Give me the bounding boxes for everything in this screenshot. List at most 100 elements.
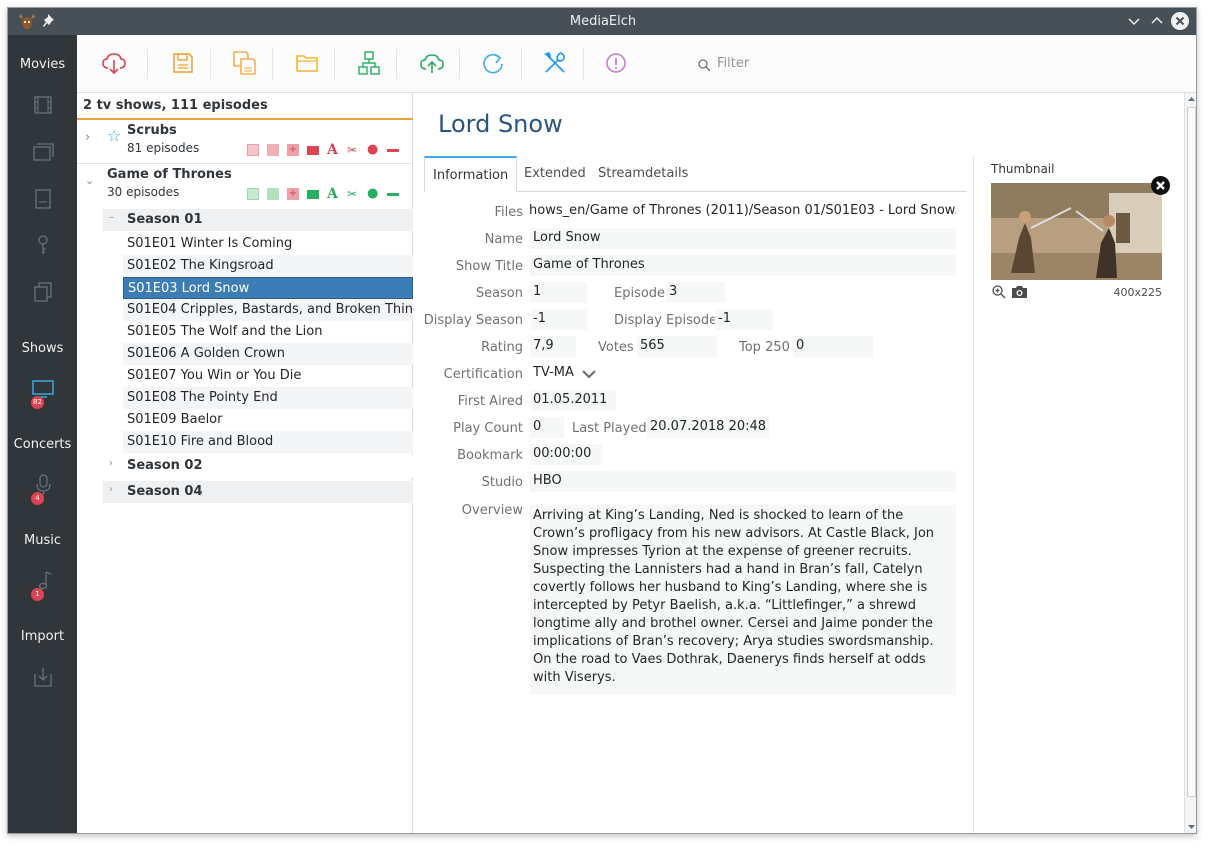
close-icon [1156,181,1165,190]
season-row[interactable]: › Season 04 [103,481,413,503]
main-window: MediaElch Movies Shows 82 Concerts 4 Mus… [7,7,1197,834]
episode-row[interactable]: S01E09 Baelor [123,409,413,431]
close-icon [1175,16,1185,26]
reload-icon[interactable] [480,50,506,76]
rating-field[interactable]: 7,9 [530,336,576,357]
about-icon[interactable] [603,50,629,76]
camera-icon[interactable] [1011,284,1028,300]
season-label: Season 01 [127,212,203,227]
episode-label: S01E09 Baelor [127,412,223,427]
episode-row[interactable]: S01E07 You Win or You Die [123,365,413,387]
episode-label: S01E10 Fire and Blood [127,434,274,449]
tab-extended[interactable]: Extended [516,156,594,192]
episode-label: S01E06 A Golden Crown [127,346,285,361]
save-all-icon[interactable] [232,50,258,76]
scroll-down-icon[interactable] [1187,823,1196,831]
remove-thumbnail-button[interactable] [1151,176,1170,195]
votes-field[interactable]: 565 [637,336,717,357]
episode-row[interactable]: S01E06 A Golden Crown [123,343,413,365]
zoom-in-icon[interactable] [991,284,1007,300]
display-season-field[interactable]: -1 [530,309,587,330]
sidebar-section-shows[interactable]: Shows [8,341,77,356]
tab-information[interactable]: Information [424,156,518,192]
files-value: hows_en/Game of Thrones (2011)/Season 01… [526,201,956,222]
show-name: Scrubs [127,123,177,138]
play-count-field[interactable]: 0 [530,417,564,438]
collapse-arrow-icon[interactable]: ⌄ [85,174,94,187]
actor-flag-icon: ● [367,186,379,201]
download-icon[interactable] [101,50,127,76]
tab-streamdetails[interactable]: Streamdetails [590,156,696,192]
sidebar-section-concerts[interactable]: Concerts [8,437,77,452]
expand-arrow-icon[interactable]: › [85,130,90,145]
save-icon[interactable] [170,50,196,76]
star-icon: ☆ [107,126,122,145]
season-label: Season [475,286,523,301]
show-title-field[interactable]: Game of Thrones [530,255,956,276]
music-badge: 1 [31,588,44,601]
import-icon[interactable] [32,666,54,688]
filter-placeholder: Filter [717,56,750,71]
season-field[interactable]: 1 [530,282,587,303]
votes-label: Votes [598,340,634,355]
close-window-button[interactable] [1171,12,1189,30]
copy-icon[interactable] [32,281,54,303]
toolbar-separator [334,49,335,79]
first-aired-field[interactable]: 01.05.2011 [530,390,616,411]
sidebar-section-music[interactable]: Music [8,533,77,548]
episode-label: S01E02 The Kingsroad [127,258,274,273]
overview-textarea[interactable]: Arriving at King’s Landing, Ned is shock… [530,505,956,695]
collapse-arrow-icon[interactable]: – [109,212,114,223]
book-icon[interactable] [32,188,54,210]
display-episode-field[interactable]: -1 [715,309,773,330]
settings-icon[interactable] [542,50,568,76]
episode-row-selected[interactable]: S01E03 Lord Snow [123,277,413,299]
chevron-down-icon[interactable] [581,369,597,379]
last-played-label: Last Played [572,421,647,436]
top250-field[interactable]: 0 [793,336,873,357]
name-field[interactable]: Lord Snow [530,228,956,249]
top250-label: Top 250 [739,340,790,355]
season-label: Season 04 [127,484,203,499]
folder-icon[interactable] [294,50,320,76]
detail-scrollbar[interactable] [1184,93,1196,833]
minimize-icon[interactable] [1125,12,1143,30]
filter-field[interactable]: Filter [695,55,855,75]
thumbnail-label: Thumbnail [991,162,1055,176]
season-row[interactable]: › Season 02 [103,455,413,477]
episode-row[interactable]: S01E01 Winter Is Coming [123,233,413,255]
episode-row[interactable]: S01E05 The Wolf and the Lion [123,321,413,343]
scroll-up-icon[interactable] [1187,95,1196,103]
episode-row[interactable]: S01E02 The Kingsroad [123,255,413,277]
episode-row[interactable]: S01E10 Fire and Blood [123,431,413,453]
show-row-game-of-thrones[interactable]: ⌄ Game of Thrones 30 episodes + A ✂ ● [77,164,413,208]
toolbar-separator [147,49,148,79]
episode-label: S01E04 Cripples, Bastards, and Broken Th… [127,302,429,317]
sets-icon[interactable] [32,141,54,163]
show-row-scrubs[interactable]: › ☆ Scrubs 81 episodes + A ✂ ● [77,120,413,164]
title-bar: MediaElch [8,8,1196,35]
expand-arrow-icon[interactable]: › [109,484,113,495]
last-played-field[interactable]: 20.07.2018 20:48 [647,417,769,438]
section-sidebar: Movies Shows 82 Concerts 4 Music 1 Impor… [8,35,77,833]
season-row[interactable]: – Season 01 [103,209,413,231]
sidebar-section-import[interactable]: Import [8,629,77,644]
sitemap-icon[interactable] [356,50,382,76]
show-title-label: Show Title [455,259,523,274]
film-icon[interactable] [32,94,54,116]
studio-field[interactable]: HBO [530,471,956,492]
scrollbar-thumb[interactable] [1187,107,1196,797]
key-icon[interactable] [32,234,54,256]
upload-icon[interactable] [419,50,445,76]
sidebar-section-movies[interactable]: Movies [8,57,77,72]
thumbnail-image[interactable] [991,183,1162,280]
toolbar-separator [459,49,460,79]
bookmark-field[interactable]: 00:00:00 [530,444,602,465]
episode-row[interactable]: S01E08 The Pointy End [123,387,413,409]
name-label: Name [484,232,523,247]
episode-field[interactable]: 3 [666,282,725,303]
expand-arrow-icon[interactable]: › [109,458,113,469]
thumbnail-tools [991,284,1031,300]
episode-row[interactable]: S01E04 Cripples, Bastards, and Broken Th… [123,299,428,321]
maximize-icon[interactable] [1148,12,1166,30]
